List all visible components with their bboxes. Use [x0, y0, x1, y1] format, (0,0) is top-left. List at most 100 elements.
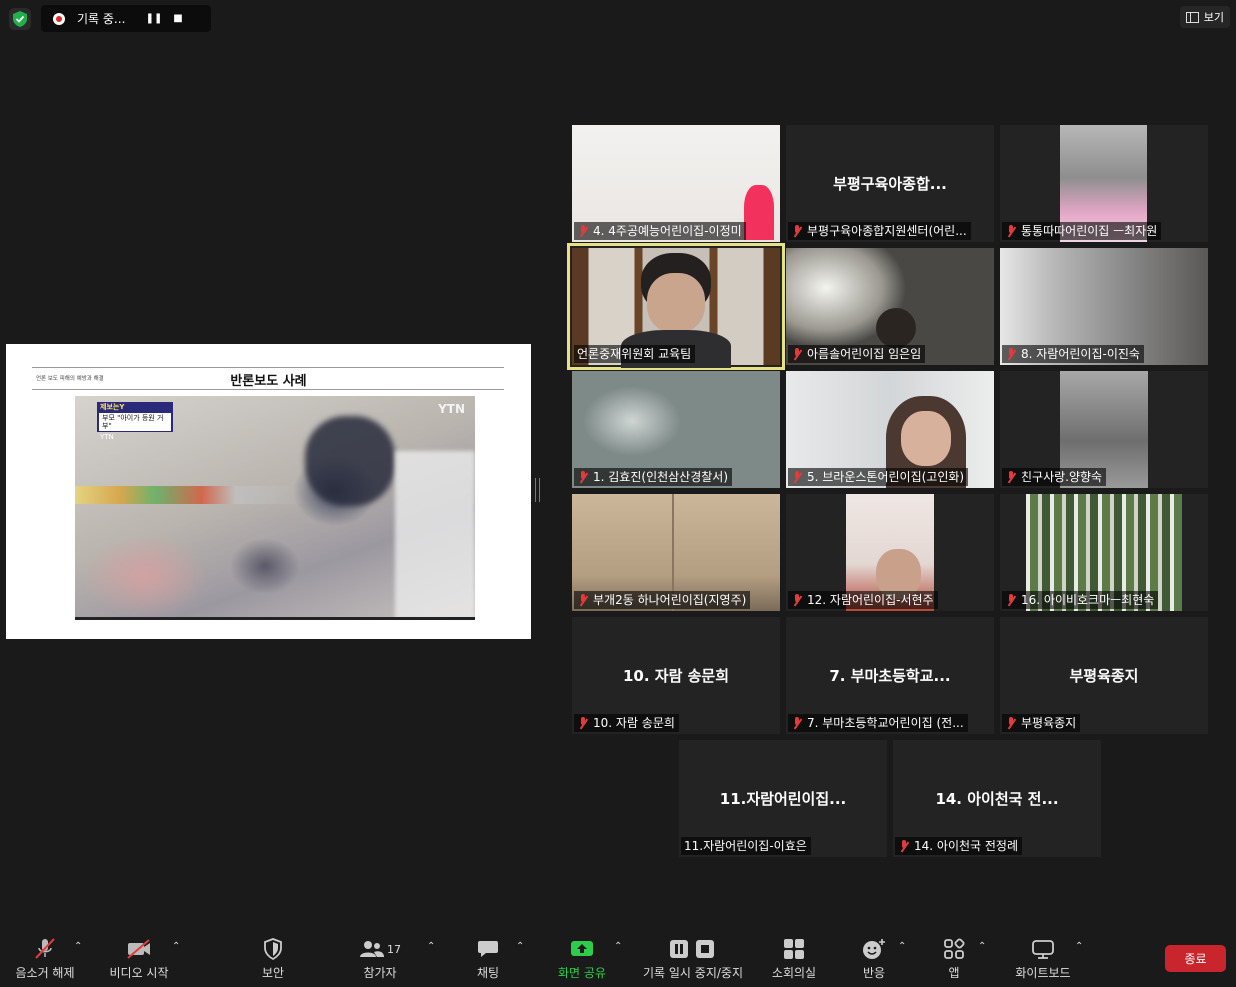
- muted-mic-icon: [898, 840, 910, 852]
- recording-text: 기록 중...: [77, 12, 126, 26]
- participant-name-label: 16. 아이비호크마ㅡ최현숙: [1002, 591, 1159, 609]
- participant-video: [876, 308, 916, 348]
- active-speaker-tile[interactable]: 언론중재위원회 교육팀: [567, 243, 785, 370]
- slide-header-line: [32, 367, 504, 368]
- participant-tile[interactable]: 아름솔어린이집 임은임: [786, 248, 994, 365]
- reactions-options-chevron-icon[interactable]: ⌃: [898, 941, 906, 952]
- participants-icon: 17: [352, 937, 408, 961]
- participant-tile[interactable]: 5. 브라운스톤어린이집(고인화): [786, 371, 994, 488]
- participant-name-label: 부평육종지: [1002, 714, 1081, 732]
- security-shield-icon[interactable]: [9, 8, 31, 30]
- view-button[interactable]: 보기: [1179, 6, 1230, 28]
- recording-indicator[interactable]: 기록 중... ❚❚ ■: [41, 5, 211, 32]
- reactions-button[interactable]: 반응: [856, 937, 892, 981]
- participants-button[interactable]: 17 참가자: [352, 937, 408, 981]
- unmute-label: 음소거 해제: [15, 966, 75, 980]
- chat-options-chevron-icon[interactable]: ⌃: [516, 941, 524, 952]
- participant-tile[interactable]: 1. 김효진(인천삼산경찰서): [572, 371, 780, 488]
- video-blur-figure: [305, 416, 395, 506]
- news-badge-caption: 부모 "아이가 등원 거부": [99, 413, 171, 431]
- shared-screen: 언론 보도 피해의 예방과 해결 반론보도 사례 제보는Y 부모 "아이가 등원…: [6, 344, 531, 639]
- participant-tile[interactable]: 부평구육아종합... 부평구육아종합지원센터(어린...: [786, 125, 994, 242]
- participant-tile[interactable]: 통통따따어린이집 ㅡ최자원: [1000, 125, 1208, 242]
- participant-video: [647, 273, 705, 333]
- participant-name: 7. 부마초등학교어린이집 (전...: [807, 716, 964, 730]
- participant-tile[interactable]: 10. 자람 송문희 10. 자람 송문희: [572, 617, 780, 734]
- participant-name: 부평육종지: [1021, 716, 1077, 730]
- participant-tile[interactable]: 12. 자람어린이집-서현주: [786, 494, 994, 611]
- participant-tile[interactable]: 14. 아이천국 전... 14. 아이천국 전정례: [893, 740, 1101, 857]
- muted-mic-icon: [577, 594, 589, 606]
- emoji-reaction-icon: [856, 937, 892, 961]
- pause-recording-icon[interactable]: ❚❚: [145, 10, 163, 28]
- participant-name-label: 친구사랑.양향숙: [1002, 468, 1107, 486]
- participant-tile[interactable]: 부개2동 하나어린이집(지영주): [572, 494, 780, 611]
- participant-name-label: 14. 아이천국 전정례: [895, 837, 1022, 855]
- participant-name: 부평구육아종합지원센터(어린...: [807, 224, 967, 238]
- security-button[interactable]: 보안: [248, 937, 298, 981]
- participant-name: 16. 아이비호크마ㅡ최현숙: [1021, 593, 1155, 607]
- video-off-icon: [104, 937, 174, 961]
- participant-name: 10. 자람 송문희: [593, 716, 675, 730]
- view-label: 보기: [1203, 11, 1224, 24]
- news-badge-logo: YTN: [100, 433, 114, 441]
- muted-mic-icon: [1005, 225, 1017, 237]
- participant-name-label: 통통따따어린이집 ㅡ최자원: [1002, 222, 1162, 240]
- participant-tile[interactable]: 부평육종지 부평육종지: [1000, 617, 1208, 734]
- participant-tile[interactable]: 11.자람어린이집... 11.자람어린이집-이효은: [679, 740, 887, 857]
- whiteboard-icon: [1008, 937, 1078, 961]
- pause-stop-recording-button[interactable]: 기록 일시 중지/중지: [638, 937, 748, 981]
- start-video-button[interactable]: 비디오 시작: [104, 937, 174, 981]
- video-options-chevron-icon[interactable]: ⌃: [172, 941, 180, 952]
- participant-tile[interactable]: 8. 자람어린이집-이진숙: [1000, 248, 1208, 365]
- participant-tile[interactable]: 4. 4주공예능어린이집-이정미: [572, 125, 780, 242]
- participant-tile[interactable]: 7. 부마초등학교... 7. 부마초등학교어린이집 (전...: [786, 617, 994, 734]
- participants-label: 참가자: [363, 966, 397, 980]
- video-blur-figure: [395, 451, 475, 620]
- participant-name-label: 7. 부마초등학교어린이집 (전...: [788, 714, 968, 732]
- muted-mic-icon: [577, 717, 589, 729]
- pause-recording-label: 기록 일시 중지/중지: [643, 966, 743, 980]
- muted-mic-icon: [1005, 717, 1017, 729]
- muted-mic-icon: [791, 225, 803, 237]
- participant-tile[interactable]: 16. 아이비호크마ㅡ최현숙: [1000, 494, 1208, 611]
- ytn-logo: YTN: [438, 402, 465, 416]
- participant-name: 4. 4주공예능어린이집-이정미: [593, 224, 742, 238]
- whiteboard-options-chevron-icon[interactable]: ⌃: [1075, 941, 1083, 952]
- apps-label: 앱: [948, 966, 960, 980]
- chat-button[interactable]: 채팅: [466, 937, 510, 981]
- slide-video-frame: 제보는Y 부모 "아이가 등원 거부" YTN YTN: [75, 396, 475, 620]
- whiteboard-button[interactable]: 화이트보드: [1008, 937, 1078, 981]
- participant-name-label: 부개2동 하나어린이집(지영주): [574, 591, 751, 609]
- audio-options-chevron-icon[interactable]: ⌃: [74, 941, 82, 952]
- apps-options-chevron-icon[interactable]: ⌃: [978, 941, 986, 952]
- participant-tile[interactable]: 친구사랑.양향숙: [1000, 371, 1208, 488]
- security-shield-icon: [248, 937, 298, 961]
- participant-name-label: 1. 김효진(인천삼산경찰서): [574, 468, 733, 486]
- split-view-handle[interactable]: [535, 478, 540, 502]
- apps-button[interactable]: 앱: [938, 937, 970, 981]
- view-layout-icon: [1185, 11, 1199, 23]
- breakout-rooms-button[interactable]: 소회의실: [766, 937, 822, 981]
- participant-name-label: 언론중재위원회 교육팀: [574, 345, 696, 363]
- share-screen-button[interactable]: 화면 공유: [551, 937, 613, 981]
- meeting-toolbar: 음소거 해제 ⌃ 비디오 시작 ⌃ 보안 17 참가자 ⌃ 채팅 ⌃ 화면 공유: [0, 931, 1236, 987]
- participant-name-label: 12. 자람어린이집-서현주: [788, 591, 938, 609]
- security-label: 보안: [261, 966, 285, 980]
- end-meeting-button[interactable]: 종료: [1165, 945, 1226, 972]
- participants-options-chevron-icon[interactable]: ⌃: [427, 941, 435, 952]
- participant-name: 8. 자람어린이집-이진숙: [1021, 347, 1140, 361]
- slide-header-line: [32, 389, 504, 390]
- participant-name: 12. 자람어린이집-서현주: [807, 593, 934, 607]
- muted-microphone-icon: [12, 937, 78, 961]
- muted-mic-icon: [1005, 348, 1017, 360]
- stop-recording-icon[interactable]: ■: [169, 10, 187, 28]
- muted-mic-icon: [791, 594, 803, 606]
- muted-mic-icon: [1005, 471, 1017, 483]
- participant-name-label: 4. 4주공예능어린이집-이정미: [574, 222, 746, 240]
- muted-mic-icon: [791, 471, 803, 483]
- pause-stop-recording-icon: [638, 937, 748, 961]
- share-options-chevron-icon[interactable]: ⌃: [614, 941, 622, 952]
- unmute-button[interactable]: 음소거 해제: [12, 937, 78, 981]
- participant-name: 부개2동 하나어린이집(지영주): [593, 593, 747, 607]
